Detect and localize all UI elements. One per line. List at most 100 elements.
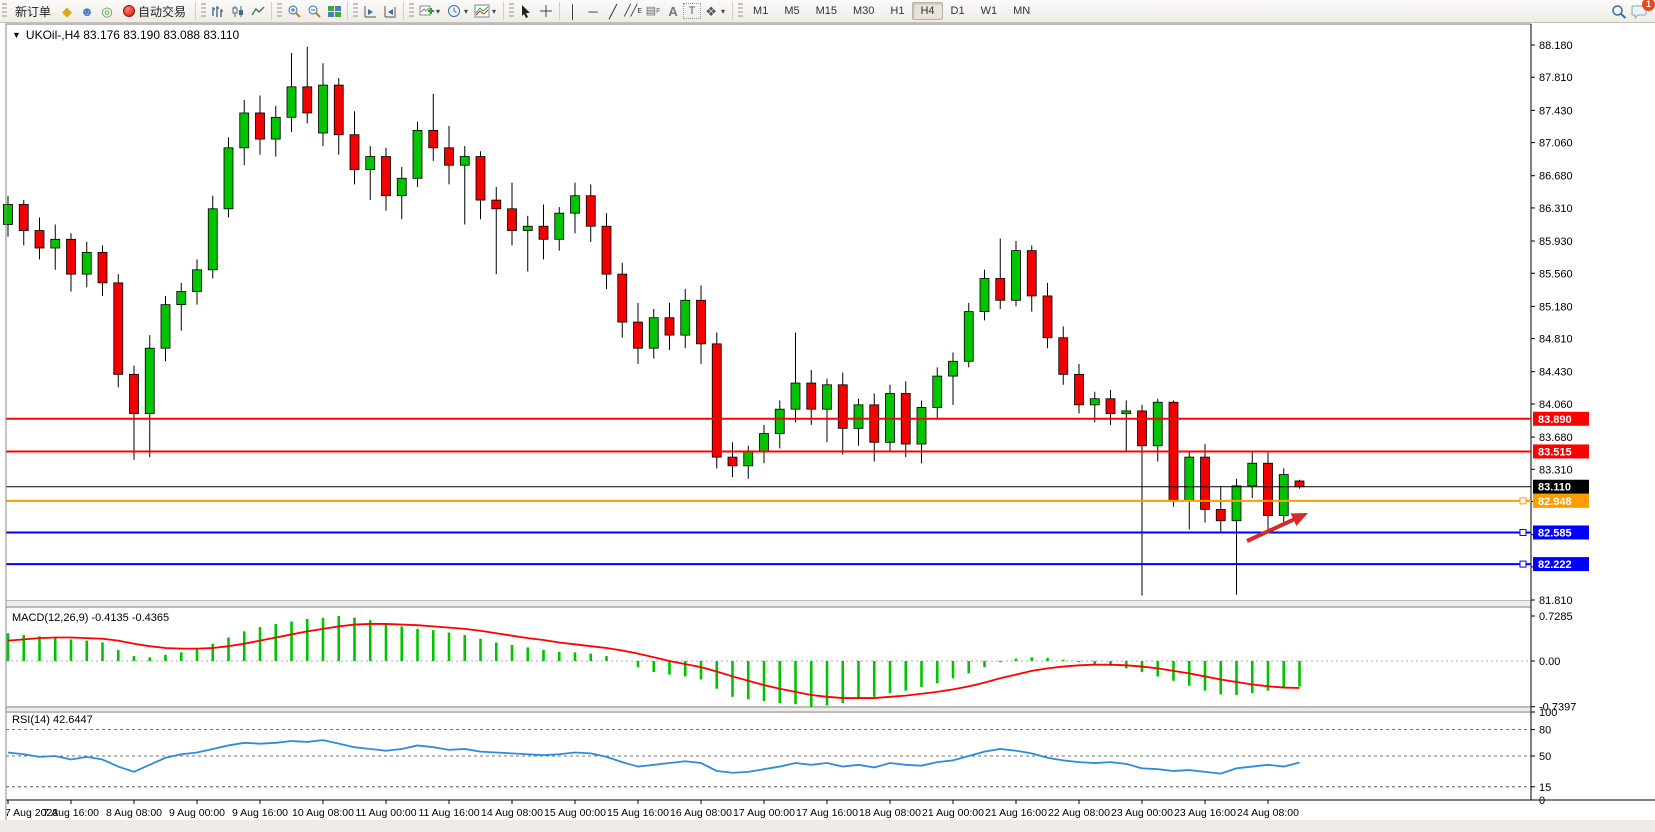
trading-platform-window: 88.18087.81087.43087.06086.68086.31085.9… [0,0,1655,832]
time-tick-label: 7 Aug 16:00 [43,807,99,819]
timeframe-button-m1[interactable]: M1 [745,2,776,20]
timeframe-button-h4[interactable]: H4 [912,2,942,20]
new-order-button[interactable]: 新订单 [9,0,57,22]
candle-body [413,130,422,178]
candle-body [303,87,312,113]
pane-separator[interactable] [6,601,1531,606]
candle-body [1295,481,1304,487]
line-selection-handle[interactable] [1520,529,1526,535]
time-tick-label: 22 Aug 08:00 [1048,807,1110,819]
candle-body [996,279,1005,301]
signal-icon[interactable]: ◎ [97,2,117,20]
timeframe-button-m30[interactable]: M30 [845,2,882,20]
candle-body [791,383,800,409]
chart-shift-icon[interactable] [380,2,400,20]
trendline-tool-icon[interactable]: ╱ [603,2,623,20]
candle-body [1248,463,1257,486]
zoom-in-icon[interactable] [284,2,304,20]
period-dropdown-caret[interactable]: ▾ [464,7,472,16]
timeframe-button-h1[interactable]: H1 [882,2,912,20]
candle-body [82,252,91,274]
candle-body [19,204,28,230]
toolbar-grip[interactable] [2,3,7,19]
text-label-tool-icon[interactable]: T [683,3,701,19]
time-tick-label: 17 Aug 16:00 [796,807,858,819]
candle-body [634,322,643,348]
candle-body [712,344,721,457]
candle-body [350,135,359,170]
candle-body [618,274,627,322]
candle-body [476,157,485,201]
candle-body [130,374,139,413]
macd-tick-label: 0.00 [1539,656,1560,668]
candle-body [1075,374,1084,404]
cursor-icon[interactable] [516,2,536,20]
template-icon[interactable] [472,2,492,20]
auto-trading-button[interactable]: 自动交易 [117,0,192,22]
candle-body [1138,411,1147,446]
auto-scroll-icon[interactable] [360,2,380,20]
time-tick-label: 16 Aug 08:00 [670,807,732,819]
price-badge-label: 83.515 [1538,446,1572,458]
time-tick-label: 9 Aug 16:00 [232,807,288,819]
period-clock-icon[interactable] [444,2,464,20]
profile-icon[interactable]: ☻ [77,2,97,20]
macd-tick-label: 0.7285 [1539,611,1573,623]
pane-separator[interactable] [6,708,1531,711]
chat-icon[interactable]: 1 [1629,2,1649,20]
crosshair-icon[interactable] [536,2,556,20]
candle-body [539,226,548,239]
time-tick-label: 24 Aug 08:00 [1237,807,1299,819]
time-tick-label: 11 Aug 00:00 [355,807,416,819]
arrows-dropdown-caret[interactable]: ▾ [721,7,729,16]
time-tick-label: 23 Aug 16:00 [1174,807,1236,819]
search-icon[interactable] [1609,2,1629,20]
price-tick-label: 83.680 [1539,432,1573,444]
candle-body [460,157,469,166]
candle-body [1264,463,1273,515]
candle-body [208,209,217,270]
timeframe-button-m15[interactable]: M15 [808,2,845,20]
vertical-line-tool-icon[interactable]: │ [563,2,583,20]
candle-body [571,196,580,213]
time-tick-label: 23 Aug 00:00 [1111,807,1173,819]
candle-body [602,226,611,274]
timeframe-button-d1[interactable]: D1 [943,2,973,20]
candlestick-chart-icon[interactable] [228,2,248,20]
rsi-tick-label: 0 [1539,795,1545,807]
candle-body [67,239,76,274]
horizontal-line-tool-icon[interactable]: ─ [583,2,603,20]
line-selection-handle[interactable] [1520,561,1526,567]
equidistant-channel-icon[interactable]: ╱╱E [623,2,643,20]
chevron-down-icon[interactable]: ▼ [12,30,21,40]
indicator-dropdown-caret[interactable]: ▾ [436,7,444,16]
line-selection-handle[interactable] [1520,498,1526,504]
zoom-out-icon[interactable] [304,2,324,20]
candle-body [697,300,706,344]
line-chart-icon[interactable] [248,2,268,20]
candle-body [4,204,13,224]
text-tool-icon[interactable]: A [663,2,683,20]
candle-body [744,451,753,466]
price-chart-canvas[interactable]: 88.18087.81087.43087.06086.68086.31085.9… [0,0,1655,832]
bar-chart-icon[interactable] [208,2,228,20]
timeframe-button-m5[interactable]: M5 [776,2,807,20]
fibonacci-tool-icon[interactable]: ▤F [643,2,663,20]
time-tick-label: 9 Aug 00:00 [169,807,225,819]
timeframe-button-mn[interactable]: MN [1005,2,1038,20]
tile-windows-icon[interactable] [324,2,344,20]
timeframe-button-w1[interactable]: W1 [973,2,1006,20]
candle-body [319,85,328,133]
arrows-tool-icon[interactable]: ❖ [701,2,721,20]
rsi-label: RSI(14) 42.6447 [12,714,93,726]
candle-body [98,252,107,282]
template-dropdown-caret[interactable]: ▾ [492,7,500,16]
candle-body [114,283,123,374]
candle-body [870,405,879,442]
price-badge-label: 83.110 [1538,482,1571,494]
add-indicator-icon[interactable] [416,2,436,20]
candle-body [224,148,233,209]
candle-body [1279,475,1288,516]
market-watch-icon[interactable]: ◆ [57,2,77,20]
candle-body [838,385,847,429]
